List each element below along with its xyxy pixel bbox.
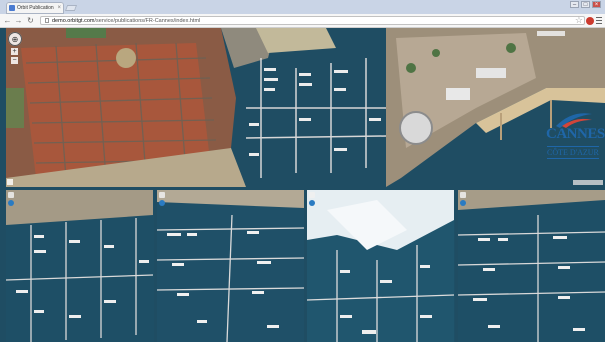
thumbnail-controls — [309, 192, 315, 206]
zoom-out-button[interactable]: − — [11, 57, 18, 64]
browser-window: Orbit Publication × – □ × ← → ↻ demo.orb… — [0, 0, 605, 342]
browser-tab[interactable]: Orbit Publication × — [6, 2, 64, 14]
thumbnail-strip — [6, 190, 605, 342]
maximize-button[interactable]: □ — [581, 1, 590, 8]
zoom-in-button[interactable]: + — [11, 48, 18, 55]
close-window-button[interactable]: × — [592, 1, 601, 8]
thumbnail-4[interactable] — [457, 190, 605, 342]
favicon-icon — [9, 5, 15, 11]
thumbnail-menu-icon[interactable] — [309, 192, 315, 198]
tab-title: Orbit Publication — [17, 5, 54, 11]
map-info-panel — [537, 31, 565, 36]
thumbnail-menu-icon[interactable] — [8, 192, 14, 198]
minimize-button[interactable]: – — [570, 1, 579, 8]
compass-icon[interactable]: ⊕ — [8, 32, 22, 46]
page-icon — [45, 18, 49, 23]
thumbnail-menu-icon[interactable] — [459, 192, 466, 198]
logo-word: CANNES — [546, 126, 605, 142]
back-icon[interactable]: ← — [3, 16, 12, 25]
url-text: demo.orbitgt.com/service/publications/FR… — [52, 17, 201, 24]
tab-close-icon[interactable]: × — [57, 5, 61, 11]
thumbnail-3[interactable] — [307, 190, 455, 342]
logo-subtitle: CÔTE D'AZUR — [547, 146, 599, 159]
thumbnail-locate-icon[interactable] — [459, 200, 466, 206]
extension-icon[interactable] — [586, 17, 594, 25]
browser-toolbar: ← → ↻ demo.orbitgt.com/service/publicati… — [0, 14, 605, 28]
cannes-logo: CANNES CÔTE D'AZUR — [546, 108, 605, 168]
thumbnail-1[interactable] — [6, 190, 154, 342]
thumbnail-menu-icon[interactable] — [158, 192, 165, 198]
new-tab-button[interactable] — [64, 5, 78, 11]
thumbnail-locate-icon[interactable] — [158, 200, 165, 206]
oblique-image-2 — [156, 190, 304, 342]
browser-menu-icon[interactable] — [596, 17, 602, 24]
thumbnail-locate-icon[interactable] — [8, 200, 14, 206]
map-viewport: ⊕ + − CANNES CÔTE D'AZUR — [0, 28, 605, 342]
tab-strip: Orbit Publication × – □ × — [0, 0, 605, 14]
scale-bar — [573, 180, 603, 185]
thumbnail-controls — [459, 192, 466, 206]
thumbnail-controls — [8, 192, 14, 206]
reload-icon[interactable]: ↻ — [26, 16, 35, 25]
thumbnail-2[interactable] — [156, 190, 304, 342]
thumbnail-locate-icon[interactable] — [309, 200, 315, 206]
address-bar[interactable]: demo.orbitgt.com/service/publications/FR… — [40, 16, 585, 25]
map-navigation-control: ⊕ + − — [8, 32, 22, 64]
main-map[interactable]: ⊕ + − CANNES CÔTE D'AZUR — [6, 28, 605, 187]
logo-mark-icon — [556, 113, 592, 128]
oblique-image-3 — [307, 190, 454, 342]
thumbnail-controls — [158, 192, 165, 206]
bookmark-star-icon[interactable]: ☆ — [575, 15, 583, 26]
layers-button[interactable] — [7, 179, 13, 185]
oblique-image-1 — [6, 190, 153, 342]
aerial-image — [6, 28, 605, 187]
window-controls: – □ × — [570, 1, 601, 8]
oblique-image-4 — [457, 190, 605, 342]
forward-icon[interactable]: → — [14, 16, 23, 25]
